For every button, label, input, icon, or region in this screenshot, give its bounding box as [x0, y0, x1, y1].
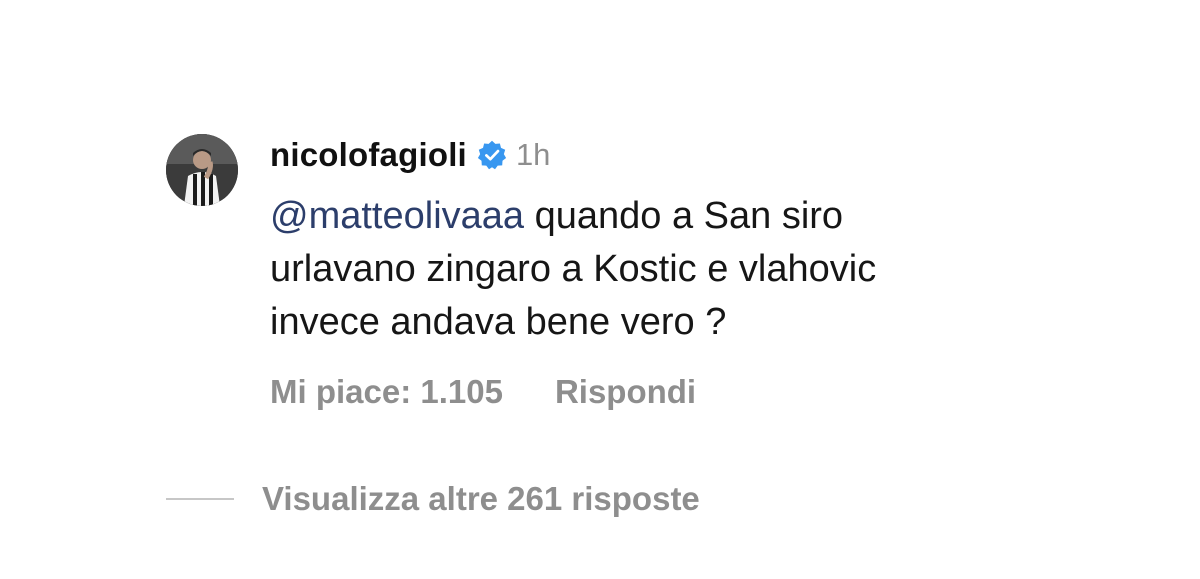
username[interactable]: nicolofagioli	[270, 136, 467, 174]
comment-text: @matteolivaaa quando a San siro urlavano…	[270, 190, 990, 349]
mention-link[interactable]: @matteolivaaa	[270, 195, 524, 237]
likes-count[interactable]: Mi piace: 1.105	[270, 373, 503, 411]
comment-actions: Mi piace: 1.105 Rispondi	[270, 373, 1150, 411]
divider-line	[166, 498, 234, 500]
avatar[interactable]	[166, 134, 238, 206]
comment-header: nicolofagioli 1h	[270, 132, 1150, 178]
view-more-replies-label: Visualizza altre 261 risposte	[262, 480, 700, 517]
verified-badge-icon	[477, 140, 507, 170]
view-more-replies-button[interactable]: Visualizza altre 261 risposte	[166, 480, 700, 518]
comment-body: nicolofagioli 1h @matteolivaaa quando a …	[270, 132, 1150, 411]
comment-timestamp: 1h	[515, 137, 551, 172]
reply-button[interactable]: Rispondi	[555, 373, 696, 411]
avatar-photo	[166, 134, 238, 206]
